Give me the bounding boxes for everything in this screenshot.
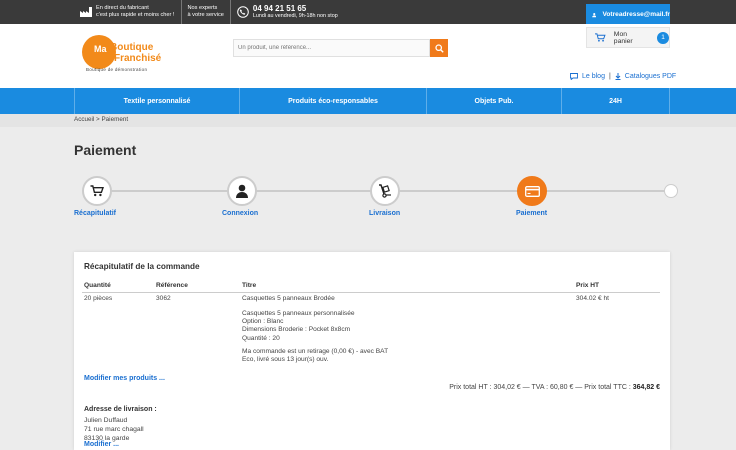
catalogues-link[interactable]: Catalogues PDF	[625, 73, 676, 80]
step-livraison[interactable]	[370, 176, 400, 206]
row-price: 304.02 € ht	[576, 295, 609, 302]
column-header-qty: Quantité	[84, 282, 111, 289]
row-details: Casquettes 5 panneaux personnalisée Opti…	[242, 310, 355, 343]
totals-text: Prix total HT : 304,02 € — TVA : 60,80 €…	[449, 384, 633, 391]
cart-icon	[595, 33, 606, 42]
detail-line: Option : Blanc	[242, 318, 284, 326]
table-header-divider	[82, 292, 660, 293]
cart-button[interactable]: Mon panier 1	[586, 27, 670, 48]
nav-item-objets[interactable]: Objets Pub.	[427, 88, 562, 114]
logo-boutique: Boutique	[110, 42, 154, 53]
note-line: Ma commande est un retirage (0,00 €) - a…	[242, 348, 389, 355]
site-logo[interactable]: Ma Boutique Franchisé Boutique de démons…	[82, 35, 162, 75]
fabricant-line-2: c'est plus rapide et moins cher !	[96, 12, 175, 18]
step-end-marker	[664, 184, 678, 198]
blog-link[interactable]: Le blog	[582, 73, 605, 80]
detail-line: Dimensions Broderie : Pocket 8x8cm	[242, 326, 351, 334]
logo-tagline: Boutique de démonstration	[86, 67, 148, 72]
experts-line-1: Nos experts	[187, 5, 218, 11]
cart-label: Mon panier	[613, 30, 633, 45]
phone-icon	[237, 6, 249, 18]
modify-products-link[interactable]: Modifier mes produits ...	[84, 375, 165, 382]
page-title: Paiement	[74, 142, 137, 158]
step-connexion[interactable]	[227, 176, 257, 206]
fabricant-line-1: En direct du fabricant	[96, 5, 149, 11]
modify-address-link[interactable]: Modifier ...	[84, 441, 119, 448]
address-line: 71 rue marc chagall	[84, 426, 144, 433]
row-qty: 20 pièces	[84, 295, 113, 302]
detail-line: Quantité : 20	[242, 334, 280, 342]
search-button[interactable]	[430, 39, 448, 57]
step-label-livraison[interactable]: Livraison	[369, 210, 400, 217]
step-paiement[interactable]	[517, 176, 547, 206]
note-line: Eco, livré sous 13 jour(s) ouv.	[242, 356, 329, 364]
logo-franchise: Franchisé	[114, 53, 162, 64]
address-line: Julien Duffaud	[84, 417, 128, 424]
account-email: Votreadresse@mail.fr	[602, 11, 670, 18]
chat-icon	[570, 73, 578, 80]
experts-line-2: à votre service	[187, 12, 224, 18]
delivery-address: Julien Duffaud 71 rue marc chagall 83130…	[84, 416, 144, 443]
order-summary-title: Récapitulatif de la commande	[84, 262, 200, 271]
column-header-ref: Référence	[156, 282, 188, 289]
opening-hours: Lundi au vendredi, 9h-18h non stop	[252, 13, 338, 19]
step-recap[interactable]	[82, 176, 112, 206]
column-header-price: Prix HT	[576, 282, 600, 289]
header-links: Le blog | Catalogues PDF	[570, 73, 676, 80]
order-totals: Prix total HT : 304,02 € — TVA : 60,80 €…	[449, 384, 660, 391]
row-ref: 3062	[156, 295, 171, 302]
factory-icon	[80, 7, 92, 17]
search-input[interactable]	[233, 39, 430, 57]
hand-truck-icon	[379, 184, 391, 198]
phone-number[interactable]: 04 94 21 51 65	[253, 4, 338, 13]
step-label-paiement[interactable]: Paiement	[516, 210, 547, 217]
cart-icon	[90, 185, 104, 197]
order-summary-panel: Récapitulatif de la commande Quantité Ré…	[74, 252, 670, 450]
column-header-title: Titre	[242, 282, 257, 289]
step-label-recap[interactable]: Récapitulatif	[74, 210, 116, 217]
cart-count-badge: 1	[657, 31, 669, 44]
logo-ma: Ma	[94, 44, 107, 54]
detail-line: Casquettes 5 panneaux personnalisée	[242, 310, 355, 317]
nav-item-24h[interactable]: 24H	[562, 88, 670, 114]
user-icon	[592, 12, 597, 17]
experts-info: Nos experts à votre service	[180, 0, 230, 24]
account-button[interactable]: Votreadresse@mail.fr	[586, 4, 670, 25]
factory-info: En direct du fabricant c'est plus rapide …	[74, 0, 181, 24]
nav-item-eco[interactable]: Produits éco-responsables	[240, 88, 427, 114]
row-title: Casquettes 5 panneaux Brodée	[242, 295, 335, 302]
delivery-address-title: Adresse de livraison :	[84, 406, 157, 413]
row-notes: Ma commande est un retirage (0,00 €) - a…	[242, 348, 388, 364]
search-icon	[434, 43, 444, 53]
nav-item-textile[interactable]: Textile personnalisé	[74, 88, 240, 114]
main-nav: Textile personnalisé Produits éco-respon…	[0, 88, 736, 114]
download-icon	[615, 73, 621, 80]
total-ttc: 364,82 €	[632, 384, 660, 391]
link-separator: |	[608, 73, 611, 80]
phone-info[interactable]: 04 94 21 51 65 Lundi au vendredi, 9h-18h …	[229, 0, 344, 24]
user-icon	[236, 184, 248, 198]
credit-card-icon	[524, 185, 540, 197]
step-label-connexion[interactable]: Connexion	[222, 210, 258, 217]
breadcrumb[interactable]: Accueil > Paiement	[74, 116, 128, 123]
